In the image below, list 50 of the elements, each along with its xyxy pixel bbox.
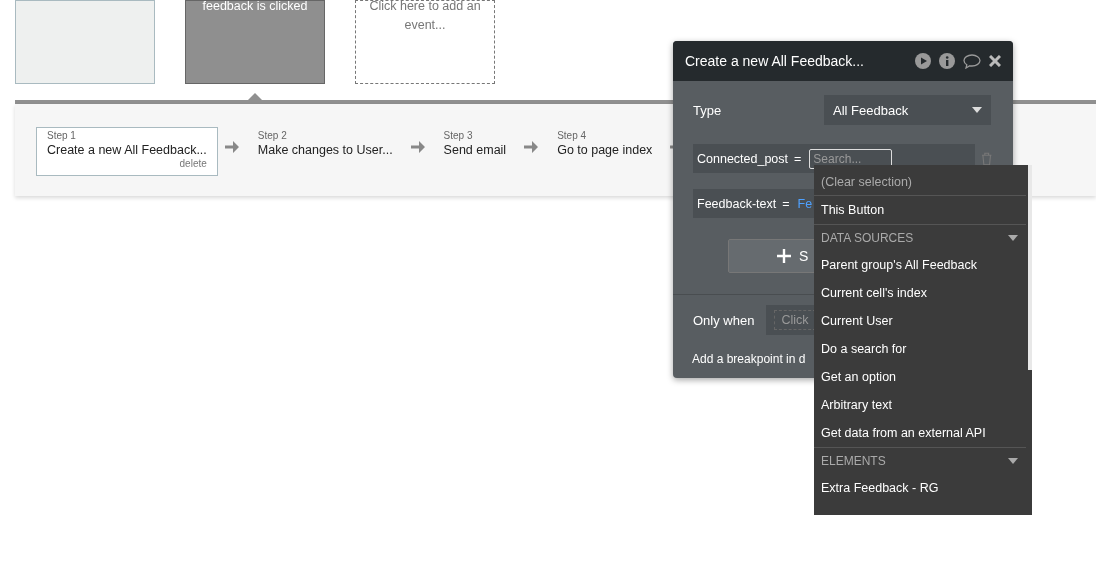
step-number: Step 3 [443,130,474,142]
trash-icon[interactable] [980,151,992,166]
plus-icon [777,249,791,263]
menu-item[interactable]: Extra Feedback - RG [814,474,1026,502]
search-field[interactable]: Search... [809,148,893,169]
workflow-step[interactable]: Step 2 Make changes to User... [246,127,404,176]
type-select[interactable]: All Feedback [824,95,991,125]
step-number: Step 4 [557,130,588,142]
caret-icon [1008,235,1018,241]
type-label: Type [693,102,723,118]
menu-item[interactable]: Parent group's All Feedback [814,251,1026,279]
workflow-step[interactable]: Step 1 Create a new All Feedback... delete [36,127,218,176]
close-icon[interactable] [989,55,1001,67]
scrollbar[interactable] [1028,165,1032,370]
field-name: Feedback-text [697,196,777,211]
card-label: Click here to add an event... [368,0,482,34]
menu-item[interactable]: Get data from an external API [814,419,1026,447]
play-icon[interactable] [915,53,931,69]
menu-item[interactable]: Do a search for [814,335,1026,363]
only-when-label: Only when [693,312,755,328]
menu-item[interactable]: Current cell's index [814,279,1026,307]
arrow-icon [524,141,539,153]
equals-sign: = [782,196,790,211]
arrow-icon [224,141,239,153]
card-label: feedback is clicked [201,0,309,15]
menu-item[interactable]: Get an option [814,363,1026,391]
panel-title: Create a new All Feedback... [685,53,865,69]
breakpoint-label: Add a breakpoint in d [692,352,806,366]
section-header[interactable]: DATA SOURCES [814,224,1026,251]
field-name: Connected_post [697,151,789,166]
caret-icon [972,107,982,113]
step-number: Step 1 [47,130,77,142]
menu-item[interactable]: This Button [814,196,1026,224]
menu-item[interactable]: Arbitrary text [814,391,1026,419]
menu-item[interactable]: Current User [814,307,1026,335]
caret-icon [1008,458,1018,464]
info-icon[interactable] [939,53,955,69]
section-header[interactable]: ELEMENTS [814,447,1026,474]
step-number: Step 2 [257,130,288,142]
delete-link[interactable]: delete [179,158,207,170]
step-title: Create a new All Feedback... [47,142,207,158]
comment-icon[interactable] [963,53,981,69]
arrow-icon [410,141,425,153]
step-title: Send email [443,142,507,158]
step-title: Make changes to User... [257,142,393,158]
step-title: Go to page index [557,142,653,158]
equals-sign: = [794,151,802,166]
add-event-card[interactable]: Click here to add an event... [355,0,495,84]
workflow-step[interactable]: Step 4 Go to page index [546,127,664,176]
workflow-step[interactable]: Step 3 Send email [432,127,518,176]
